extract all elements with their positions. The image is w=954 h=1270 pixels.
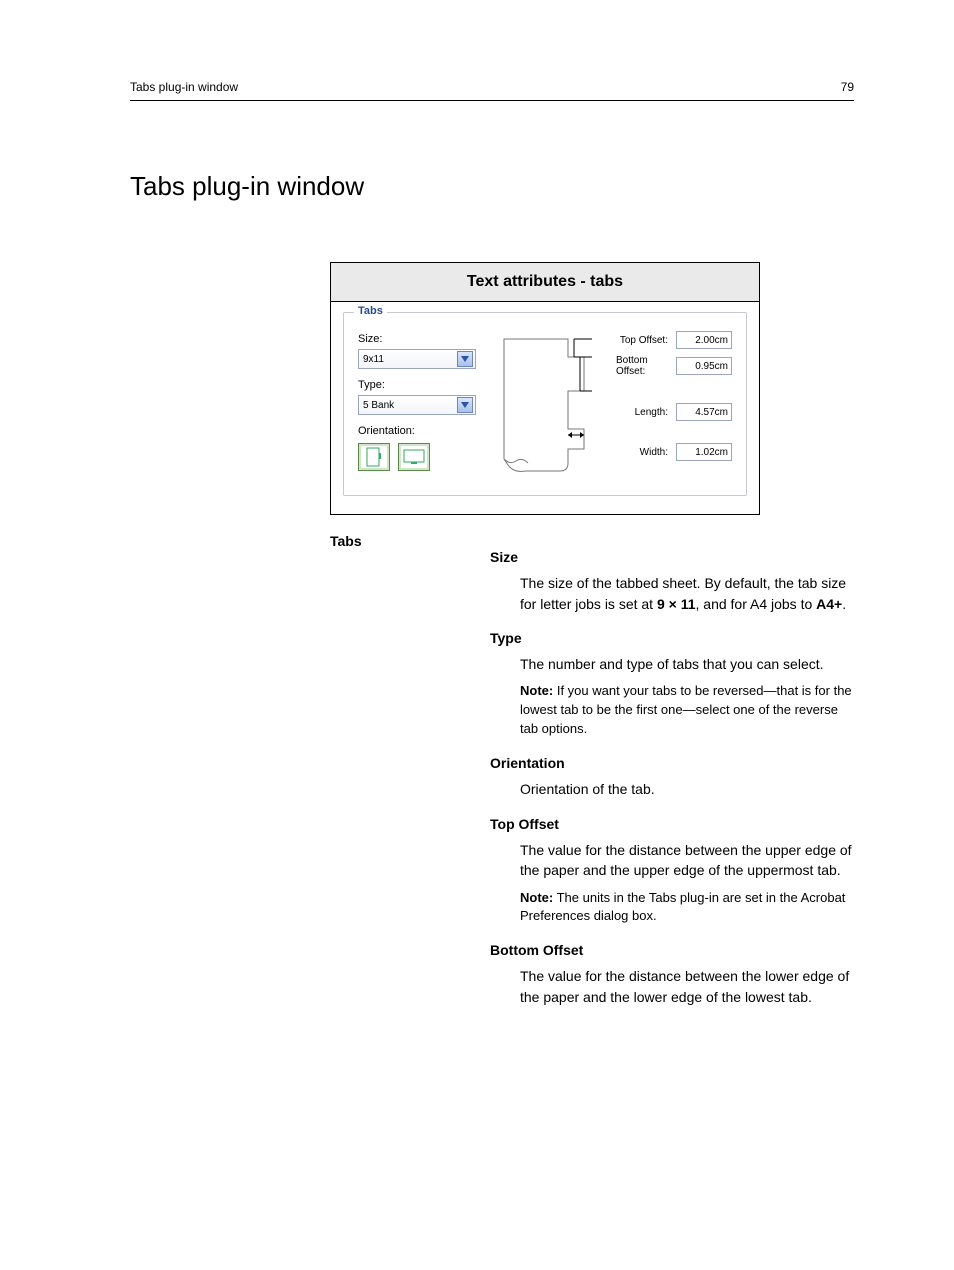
orientation-row	[358, 443, 476, 471]
page: Tabs plug-in window 79 Tabs plug-in wind…	[0, 0, 954, 1270]
dialog-screenshot: Text attributes - tabs Tabs Size: 9x11	[330, 262, 760, 515]
bottom-offset-label: Bottom Offset:	[616, 355, 668, 377]
def-bottomoffset-text: The value for the distance between the l…	[520, 966, 854, 1007]
type-select-value: 5 Bank	[363, 400, 394, 411]
header-left: Tabs plug-in window	[130, 80, 238, 94]
def-orientation-text: Orientation of the tab.	[520, 779, 854, 799]
definitions: Tabs Size The size of the tabbed sheet. …	[330, 533, 854, 1011]
bottom-offset-input[interactable]	[676, 357, 732, 375]
def-orientation-term: Orientation	[490, 753, 854, 773]
definitions-lead: Tabs	[330, 533, 460, 1011]
def-topoffset-note: Note: The units in the Tabs plug-in are …	[520, 889, 854, 927]
group-legend: Tabs	[354, 305, 387, 317]
dialog-frame: Text attributes - tabs Tabs Size: 9x11	[330, 262, 760, 515]
def-type-note: Note: If you want your tabs to be revers…	[520, 682, 854, 739]
size-label: Size:	[358, 333, 476, 345]
width-input[interactable]	[676, 443, 732, 461]
def-bottomoffset-term: Bottom Offset	[490, 940, 854, 960]
top-offset-input[interactable]	[676, 331, 732, 349]
orientation-portrait-button[interactable]	[358, 443, 390, 471]
chevron-down-icon	[457, 397, 473, 413]
orientation-label: Orientation:	[358, 425, 476, 437]
size-select-value: 9x11	[363, 354, 384, 365]
tabs-groupbox: Tabs Size: 9x11 Type:	[343, 312, 747, 496]
running-header: Tabs plug-in window 79	[130, 80, 854, 101]
orientation-landscape-button[interactable]	[398, 443, 430, 471]
size-select[interactable]: 9x11	[358, 349, 476, 369]
chevron-down-icon	[457, 351, 473, 367]
def-topoffset-text: The value for the distance between the u…	[520, 840, 854, 881]
type-label: Type:	[358, 379, 476, 391]
width-row: Width:	[616, 443, 732, 461]
page-title: Tabs plug-in window	[130, 171, 854, 202]
def-topoffset-term: Top Offset	[490, 814, 854, 834]
definitions-body: Size The size of the tabbed sheet. By de…	[490, 533, 854, 1011]
dialog-caption: Text attributes - tabs	[331, 263, 759, 302]
length-input[interactable]	[676, 403, 732, 421]
measurements-column: Top Offset: Bottom Offset: Length:	[616, 331, 732, 481]
length-row: Length:	[616, 403, 732, 421]
def-size-term: Size	[490, 547, 854, 567]
def-size-text: The size of the tabbed sheet. By default…	[520, 573, 854, 614]
width-label: Width:	[640, 447, 668, 458]
def-type-text: The number and type of tabs that you can…	[520, 654, 854, 674]
bottom-offset-row: Bottom Offset:	[616, 355, 732, 377]
length-label: Length:	[635, 407, 668, 418]
top-offset-label: Top Offset:	[620, 335, 668, 346]
type-select[interactable]: 5 Bank	[358, 395, 476, 415]
def-type-term: Type	[490, 628, 854, 648]
dialog-body: Tabs Size: 9x11 Type:	[331, 302, 759, 514]
controls-column: Size: 9x11 Type: 5 Bank	[358, 331, 476, 481]
top-offset-row: Top Offset:	[616, 331, 732, 349]
tab-diagram	[496, 331, 596, 481]
page-number: 79	[841, 80, 854, 94]
